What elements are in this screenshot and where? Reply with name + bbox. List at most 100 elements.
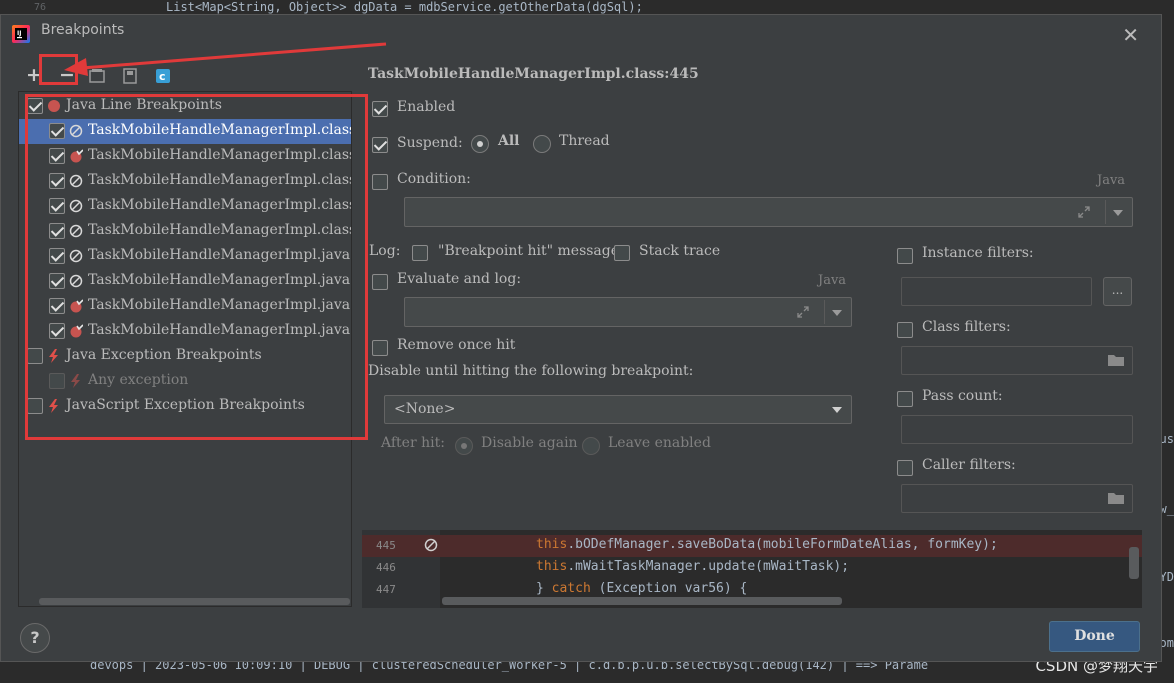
caller-filters-input[interactable] <box>901 484 1133 513</box>
log-label: Log: <box>369 243 401 259</box>
class-filters-input[interactable] <box>901 346 1133 375</box>
help-button[interactable]: ? <box>20 623 50 653</box>
breakpoint-item[interactable]: TaskMobileHandleManagerImpl.class:445 <box>19 119 351 144</box>
breakpoint-checkbox[interactable] <box>49 298 65 314</box>
add-breakpoint-button[interactable]: + <box>25 65 43 85</box>
breakpoint-title: TaskMobileHandleManagerImpl.class:445 <box>368 66 699 82</box>
chevron-down-icon[interactable] <box>832 407 842 413</box>
remove-breakpoint-button[interactable]: − <box>58 65 76 85</box>
disable-again-label: Disable again <box>481 435 578 451</box>
evaluate-input[interactable] <box>404 297 852 327</box>
breakpoint-item[interactable]: Any exception <box>19 369 351 394</box>
breakpoint-item[interactable]: TaskMobileHandleManagerImpl.class:207 <box>19 169 351 194</box>
breakpoint-label: JavaScript Exception Breakpoints <box>66 397 305 413</box>
pass-count-input[interactable] <box>901 415 1133 444</box>
svg-text:c: c <box>159 70 166 83</box>
code-horizontal-scrollbar[interactable] <box>442 597 842 605</box>
exception-breakpoint-icon <box>47 399 61 413</box>
chevron-down-icon[interactable] <box>832 310 842 316</box>
enabled-checkbox[interactable] <box>372 101 388 117</box>
suspend-thread-radio[interactable] <box>533 135 551 153</box>
remove-once-hit-checkbox[interactable] <box>372 340 388 356</box>
breakpoint-checkbox[interactable] <box>27 98 43 114</box>
breakpoint-item[interactable]: TaskMobileHandleManagerImpl.java:1016 <box>19 294 351 319</box>
condition-language[interactable]: Java <box>1097 173 1125 188</box>
folder-icon[interactable] <box>1107 353 1125 367</box>
breakpoint-group[interactable]: Java Line Breakpoints <box>19 94 351 119</box>
breakpoints-dialog: IJ Breakpoints ✕ + − c Java Line Breakpo… <box>0 14 1162 662</box>
breakpoint-label: Any exception <box>88 372 189 388</box>
suspend-all-radio[interactable] <box>471 135 489 153</box>
evaluate-language[interactable]: Java <box>818 273 846 288</box>
breakpoint-item[interactable]: TaskMobileHandleManagerImpl.java:459 <box>19 244 351 269</box>
breakpoint-item[interactable]: TaskMobileHandleManagerImpl.class:816 <box>19 219 351 244</box>
group-by-class-icon[interactable] <box>122 68 138 84</box>
group-by-package-icon[interactable]: c <box>155 68 171 84</box>
folder-icon[interactable] <box>1107 491 1125 505</box>
instance-filters-browse-button[interactable]: ... <box>1103 277 1132 306</box>
breakpoint-checkbox[interactable] <box>49 323 65 339</box>
breakpoint-label: TaskMobileHandleManagerImpl.class:207 <box>88 172 351 188</box>
line-breakpoint-group-icon <box>47 99 61 113</box>
close-button[interactable]: ✕ <box>1122 23 1139 47</box>
breakpoint-label: TaskMobileHandleManagerImpl.class:90 <box>88 197 352 213</box>
log-message-checkbox[interactable] <box>412 245 428 261</box>
breakpoint-group[interactable]: Java Exception Breakpoints <box>19 344 351 369</box>
group-by-file-icon[interactable] <box>89 68 105 84</box>
evaluate-log-checkbox[interactable] <box>372 274 388 290</box>
tree-horizontal-scrollbar[interactable] <box>39 598 350 605</box>
breakpoint-checkbox[interactable] <box>49 223 65 239</box>
breakpoint-item[interactable]: TaskMobileHandleManagerImpl.class:384 <box>19 144 351 169</box>
breakpoint-label: TaskMobileHandleManagerImpl.java:402 <box>88 272 351 288</box>
breakpoint-item[interactable]: TaskMobileHandleManagerImpl.class:90 <box>19 194 352 219</box>
muted-breakpoint-icon[interactable] <box>424 538 438 552</box>
breakpoint-label: TaskMobileHandleManagerImpl.java:1016 <box>88 297 351 313</box>
code-text: } <box>536 581 552 596</box>
leave-enabled-radio[interactable] <box>582 437 600 455</box>
breakpoint-checkbox[interactable] <box>27 348 43 364</box>
condition-checkbox[interactable] <box>372 174 388 190</box>
background-code-line: List<Map<String, Object>> dgData = mdbSe… <box>166 0 643 14</box>
breakpoint-checkbox[interactable] <box>49 273 65 289</box>
exception-breakpoint-icon <box>69 374 83 388</box>
background-line-number: 76 <box>34 2 47 13</box>
chevron-down-icon[interactable] <box>1113 210 1123 216</box>
field-separator <box>1105 200 1106 224</box>
disable-again-radio[interactable] <box>455 437 473 455</box>
muted-breakpoint-icon <box>69 274 83 288</box>
expand-icon[interactable] <box>796 305 810 319</box>
code-vertical-scrollbar[interactable] <box>1129 547 1139 579</box>
dialog-title: Breakpoints <box>41 22 125 38</box>
instance-filters-checkbox[interactable] <box>897 248 913 264</box>
line-number: 445 <box>376 539 396 552</box>
breakpoint-group[interactable]: JavaScript Exception Breakpoints <box>19 394 351 419</box>
caller-filters-label: Caller filters: <box>922 457 1016 473</box>
breakpoint-checkbox[interactable] <box>49 248 65 264</box>
disable-until-select[interactable]: <None> <box>384 395 852 424</box>
breakpoint-checkbox[interactable] <box>49 148 65 164</box>
muted-breakpoint-icon <box>69 199 83 213</box>
line-number: 447 <box>376 583 396 596</box>
intellij-icon: IJ <box>12 25 30 43</box>
line-number: 446 <box>376 561 396 574</box>
done-button[interactable]: Done <box>1049 621 1140 652</box>
code-keyword: this <box>536 537 568 552</box>
expand-icon[interactable] <box>1077 205 1091 219</box>
breakpoint-checkbox[interactable] <box>49 373 65 389</box>
breakpoint-item[interactable]: TaskMobileHandleManagerImpl.java:402 <box>19 269 351 294</box>
stack-trace-checkbox[interactable] <box>614 245 630 261</box>
code-text: .bODefManager.saveBoData(mobileFormDateA… <box>567 537 998 552</box>
breakpoint-checkbox[interactable] <box>49 123 65 139</box>
breakpoint-item[interactable]: TaskMobileHandleManagerImpl.java:926 <box>19 319 351 344</box>
pass-count-checkbox[interactable] <box>897 391 913 407</box>
caller-filters-checkbox[interactable] <box>897 460 913 476</box>
condition-input[interactable] <box>404 197 1133 227</box>
breakpoint-checkbox[interactable] <box>27 398 43 414</box>
breakpoint-checkbox[interactable] <box>49 198 65 214</box>
class-filters-checkbox[interactable] <box>897 322 913 338</box>
breakpoint-icon <box>69 324 84 338</box>
breakpoint-checkbox[interactable] <box>49 173 65 189</box>
breakpoint-icon <box>69 149 84 163</box>
instance-filters-input[interactable] <box>901 277 1092 306</box>
suspend-checkbox[interactable] <box>372 137 388 153</box>
